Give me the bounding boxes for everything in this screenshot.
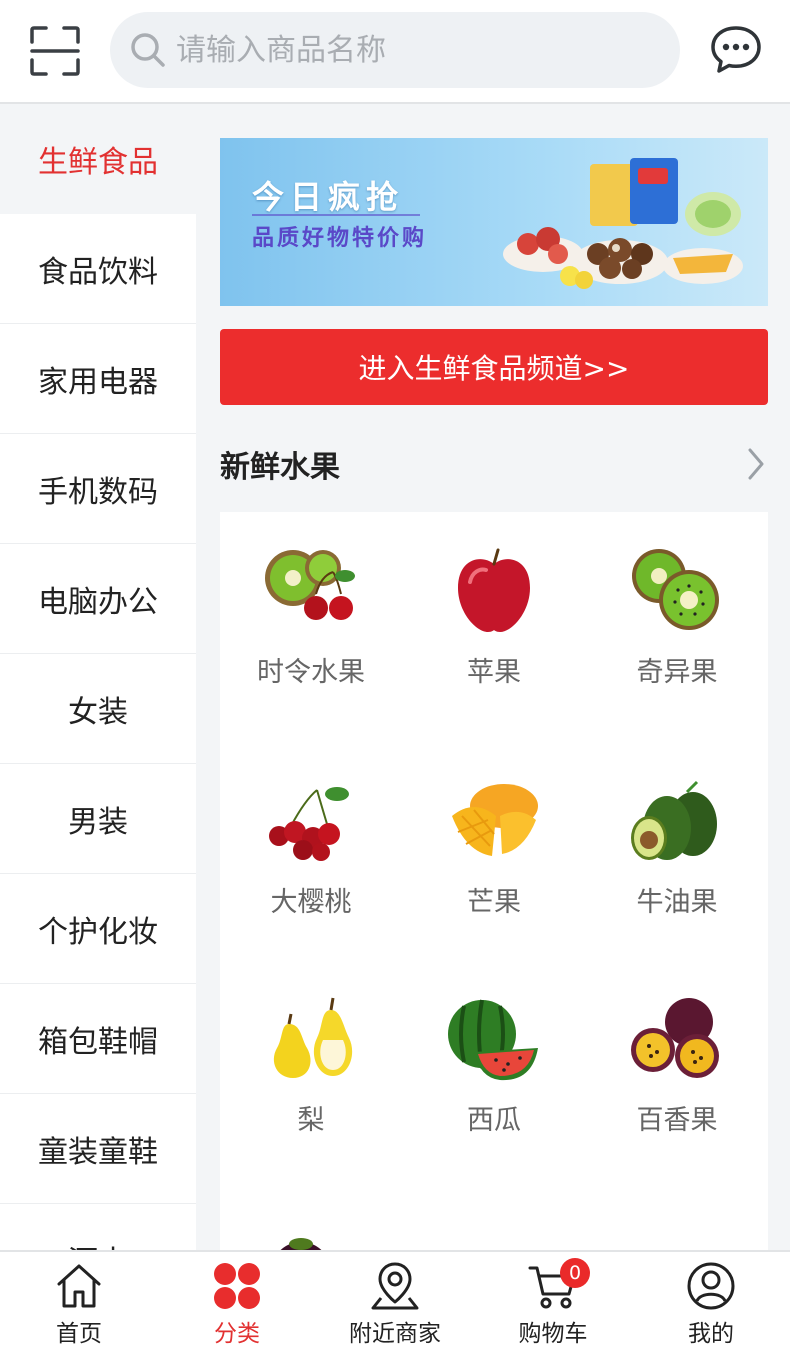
sidebar-item-cosmetics[interactable]: 个护化妆	[0, 874, 196, 984]
product-label: 大樱桃	[270, 887, 352, 918]
product-label: 百香果	[636, 1105, 718, 1136]
product-item[interactable]	[220, 1182, 402, 1250]
mango-icon	[452, 784, 538, 856]
cart-count-badge: 0	[560, 1258, 590, 1288]
nav-category[interactable]: 分类	[158, 1252, 316, 1350]
product-item[interactable]: 奇异果	[586, 512, 768, 722]
nav-home[interactable]: 首页	[0, 1252, 158, 1350]
product-grid: 时令水果 苹果 奇异果 大樱桃 芒果 牛油果 梨 西瓜 百香果	[220, 512, 768, 1250]
product-label: 芒果	[467, 887, 521, 918]
user-icon	[687, 1262, 735, 1310]
kiwi-icon	[632, 549, 719, 630]
sidebar-item-computers[interactable]: 电脑办公	[0, 544, 196, 654]
product-item[interactable]: 梨	[220, 960, 402, 1170]
nav-label: 分类	[214, 1321, 260, 1347]
banner-divider	[252, 214, 420, 216]
sidebar-item-bags-shoes[interactable]: 箱包鞋帽	[0, 984, 196, 1094]
sidebar-item-appliances[interactable]: 家用电器	[0, 324, 196, 434]
nav-label: 购物车	[518, 1321, 588, 1347]
section-title: 新鲜水果	[220, 450, 340, 485]
product-item[interactable]: 芒果	[403, 742, 585, 952]
enter-channel-button[interactable]: 进入生鲜食品频道>>	[220, 329, 768, 405]
sidebar-item-phones[interactable]: 手机数码	[0, 434, 196, 544]
watermelon-icon	[448, 999, 538, 1081]
product-label: 时令水果	[257, 657, 365, 688]
product-item[interactable]: 时令水果	[220, 512, 402, 722]
search-bar[interactable]	[110, 12, 680, 88]
location-icon	[371, 1262, 419, 1310]
nav-label: 我的	[688, 1321, 734, 1347]
sidebar-item-womens-wear[interactable]: 女装	[0, 654, 196, 764]
promo-banner[interactable]: 今日疯抢 品质好物特价购	[220, 138, 768, 306]
nav-profile[interactable]: 我的	[632, 1252, 790, 1350]
product-label: 梨	[297, 1105, 325, 1136]
sidebar-item-wine[interactable]: 酒水	[0, 1204, 196, 1250]
avocado-icon	[631, 780, 717, 860]
mangosteen-icon	[280, 1238, 322, 1250]
search-input[interactable]	[176, 32, 680, 68]
section-header[interactable]: 新鲜水果	[220, 440, 768, 488]
sidebar-item-kids-wear[interactable]: 童装童鞋	[0, 1094, 196, 1204]
sidebar-item-fresh-food[interactable]: 生鲜食品	[0, 104, 196, 214]
nav-cart[interactable]: 0 购物车	[474, 1252, 632, 1350]
nav-label: 首页	[56, 1321, 102, 1347]
product-label: 苹果	[467, 657, 521, 688]
passionfruit-icon	[631, 998, 719, 1078]
apple-icon	[458, 548, 530, 632]
bottom-nav: 首页 分类 附近商家 0 购物车 我的	[0, 1250, 790, 1350]
category-content: 今日疯抢 品质好物特价购 进入生鲜食品频道>> 新鲜水果 时令水果 苹果 奇异果…	[196, 104, 790, 1250]
chevron-right-icon	[748, 448, 764, 480]
nav-label: 附近商家	[349, 1321, 441, 1347]
product-item[interactable]: 牛油果	[586, 742, 768, 952]
sidebar-item-mens-wear[interactable]: 男装	[0, 764, 196, 874]
banner-title: 今日疯抢	[252, 178, 405, 216]
kiwi-cherry-icon	[265, 550, 355, 620]
top-bar	[0, 0, 790, 104]
product-item[interactable]: 大樱桃	[220, 742, 402, 952]
product-item[interactable]: 苹果	[403, 512, 585, 722]
pear-icon	[273, 997, 353, 1078]
category-icon	[214, 1263, 260, 1309]
home-icon	[57, 1264, 101, 1308]
snacks-image	[503, 158, 743, 289]
product-item[interactable]: 百香果	[586, 960, 768, 1170]
product-label: 奇异果	[636, 657, 718, 688]
nav-nearby[interactable]: 附近商家	[316, 1252, 474, 1350]
message-icon[interactable]	[708, 22, 764, 78]
sidebar-item-food-drink[interactable]: 食品饮料	[0, 214, 196, 324]
cherry-icon	[269, 787, 349, 861]
category-sidebar: 生鲜食品 食品饮料 家用电器 手机数码 电脑办公 女装 男装 个护化妆 箱包鞋帽…	[0, 104, 196, 1250]
product-label: 牛油果	[636, 887, 718, 918]
search-icon	[131, 33, 165, 67]
banner-subtitle: 品质好物特价购	[252, 226, 428, 251]
scan-icon[interactable]	[26, 22, 84, 80]
product-item[interactable]: 西瓜	[403, 960, 585, 1170]
product-label: 西瓜	[467, 1105, 521, 1136]
